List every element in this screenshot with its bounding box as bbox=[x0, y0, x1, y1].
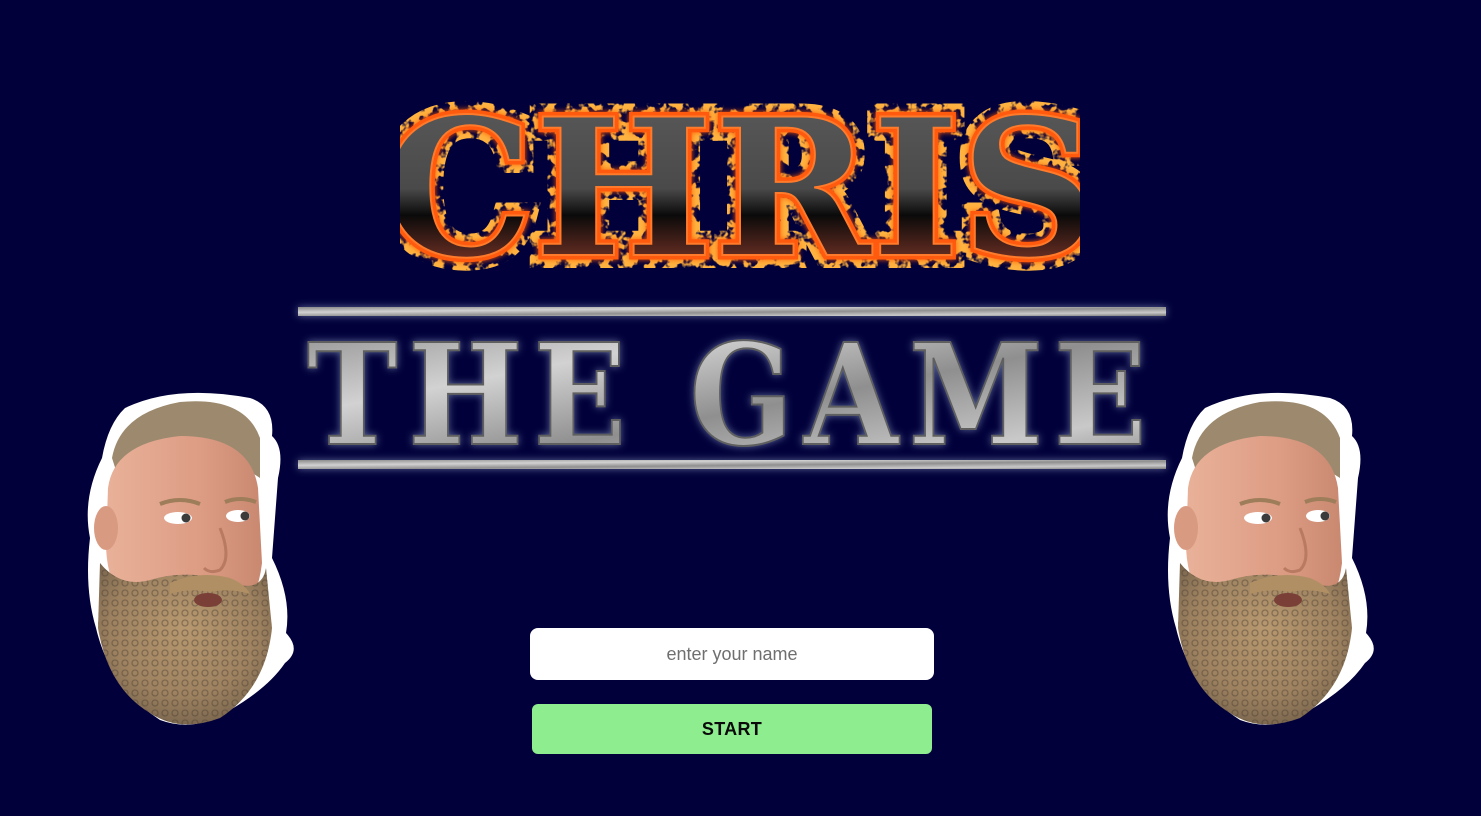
title-the-game-logo: THE GAME bbox=[298, 307, 1166, 478]
subtitle-text: THE GAME bbox=[307, 314, 1157, 478]
character-head-right bbox=[1167, 392, 1374, 725]
player-name-input[interactable] bbox=[530, 628, 934, 680]
title-chris-logo: CHRIS CHRIS CHRIS bbox=[400, 64, 1080, 280]
bottom-rule bbox=[298, 460, 1166, 469]
title-face: CHRIS bbox=[400, 77, 1080, 280]
character-head-left bbox=[87, 392, 294, 725]
start-button[interactable]: START bbox=[532, 704, 932, 754]
